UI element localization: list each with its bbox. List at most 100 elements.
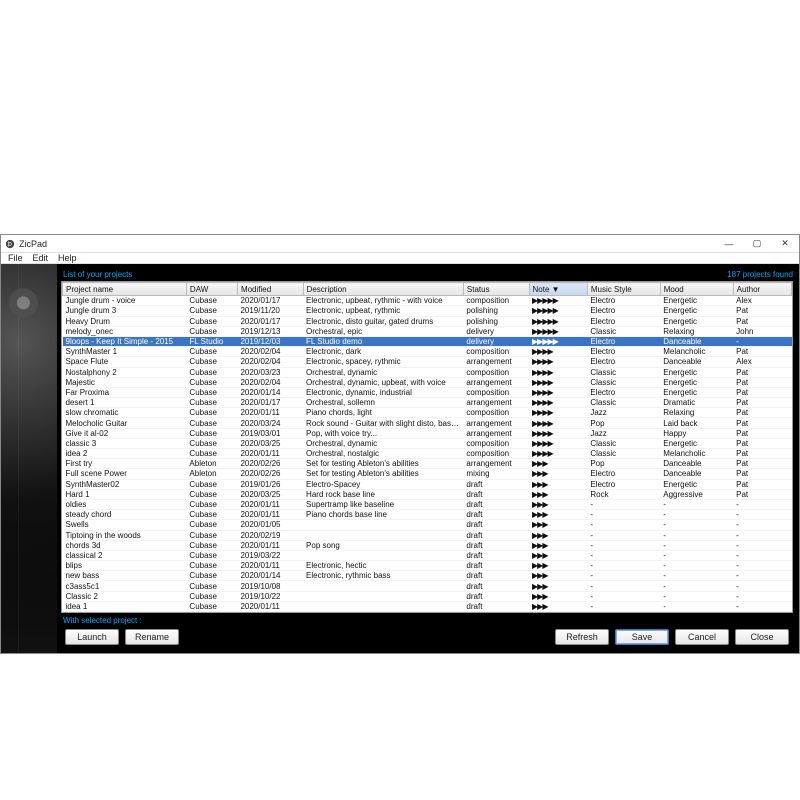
cell-name: Tiptoing in the woods xyxy=(63,530,187,540)
cell-author: - xyxy=(733,591,791,601)
window-minimize-button[interactable]: — xyxy=(715,235,743,253)
cell-modified: 2020/02/04 xyxy=(237,347,303,357)
table-row[interactable]: desert 1Cubase2020/01/17Orchestral, soll… xyxy=(63,398,792,408)
table-row[interactable]: steady chordCubase2020/01/11Piano chords… xyxy=(63,510,792,520)
save-button[interactable]: Save xyxy=(615,629,669,645)
cell-author: Alex xyxy=(733,296,791,306)
table-row[interactable]: Jungle drum - voiceCubase2020/01/17Elect… xyxy=(63,296,792,306)
table-row[interactable]: classical 2Cubase2019/03/22draft▶▶▶--- xyxy=(63,550,792,560)
cell-modified: 2019/03/22 xyxy=(237,550,303,560)
refresh-button[interactable]: Refresh xyxy=(555,629,609,645)
table-row[interactable]: SynthMaster02Cubase2019/01/26Electro-Spa… xyxy=(63,479,792,489)
cell-description: Supertramp like baseline xyxy=(303,499,463,509)
cancel-button[interactable]: Cancel xyxy=(675,629,729,645)
col-project-name[interactable]: Project name xyxy=(63,283,187,296)
table-row[interactable]: Classic 2Cubase2019/10/22draft▶▶▶--- xyxy=(63,591,792,601)
cell-style: Pop xyxy=(587,459,660,469)
cell-description: Electronic, upbeat, rythmic - with voice xyxy=(303,296,463,306)
table-row[interactable]: Jungle drum 3Cubase2019/11/20Electronic,… xyxy=(63,306,792,316)
col-modified[interactable]: Modified xyxy=(237,283,303,296)
col-music-style[interactable]: Music Style xyxy=(587,283,660,296)
cell-mood: Energetic xyxy=(660,479,733,489)
cell-description xyxy=(303,591,463,601)
table-row[interactable]: SynthMaster 1Cubase2020/02/04Electronic,… xyxy=(63,347,792,357)
cell-status: draft xyxy=(463,489,529,499)
table-row[interactable]: Hard 1Cubase2020/03/25Hard rock base lin… xyxy=(63,489,792,499)
cell-status: draft xyxy=(463,479,529,489)
cell-style: Electro xyxy=(587,387,660,397)
cell-name: Hard 1 xyxy=(63,489,187,499)
cell-style: Electro xyxy=(587,347,660,357)
table-row[interactable]: Heavy DrumCubase2020/01/17Electronic, di… xyxy=(63,316,792,326)
table-row[interactable]: MajesticCubase2020/02/04Orchestral, dyna… xyxy=(63,377,792,387)
cell-description: Orchestral, dynamic xyxy=(303,438,463,448)
cell-modified: 2020/02/26 xyxy=(237,459,303,469)
cell-description: Orchestral, sollemn xyxy=(303,398,463,408)
table-row[interactable]: new bassCubase2020/01/14Electronic, ryth… xyxy=(63,571,792,581)
cell-status: draft xyxy=(463,520,529,530)
table-row[interactable]: Tiptoing in the woodsCubase2020/02/19dra… xyxy=(63,530,792,540)
cell-status: composition xyxy=(463,367,529,377)
cell-modified: 2020/01/11 xyxy=(237,540,303,550)
cell-note: ▶▶▶▶ xyxy=(529,408,587,418)
col-description[interactable]: Description xyxy=(303,283,463,296)
cell-status: draft xyxy=(463,550,529,560)
table-row[interactable]: Melocholic GuitarCubase2020/03/24Rock so… xyxy=(63,418,792,428)
cell-name: Melocholic Guitar xyxy=(63,418,187,428)
cell-note: ▶▶▶▶ xyxy=(529,377,587,387)
cell-name: SynthMaster02 xyxy=(63,479,187,489)
table-row[interactable]: classic 3Cubase2020/03/25Orchestral, dyn… xyxy=(63,438,792,448)
cell-modified: 2019/01/26 xyxy=(237,479,303,489)
launch-button[interactable]: Launch xyxy=(65,629,119,645)
cell-style: Classic xyxy=(587,367,660,377)
table-row[interactable]: chords 3dCubase2020/01/11Pop songdraft▶▶… xyxy=(63,540,792,550)
window-close-button[interactable]: ✕ xyxy=(771,235,799,253)
table-row[interactable]: blipsCubase2020/01/11Electronic, hecticd… xyxy=(63,561,792,571)
table-row[interactable]: Nostalphony 2Cubase2020/03/23Orchestral,… xyxy=(63,367,792,377)
cell-author: Pat xyxy=(733,449,791,459)
table-row[interactable]: Give it al-02Cubase2019/03/01Pop, with v… xyxy=(63,428,792,438)
cell-name: c3ass5c1 xyxy=(63,581,187,591)
close-button[interactable]: Close xyxy=(735,629,789,645)
col-status[interactable]: Status xyxy=(463,283,529,296)
table-row[interactable]: oldiesCubase2020/01/11Supertramp like ba… xyxy=(63,499,792,509)
table-row[interactable]: SwellsCubase2020/01/05draft▶▶▶--- xyxy=(63,520,792,530)
table-row[interactable]: Far ProximaCubase2020/01/14Electronic, d… xyxy=(63,387,792,397)
menu-edit[interactable]: Edit xyxy=(28,253,54,263)
menu-help[interactable]: Help xyxy=(53,253,82,263)
rename-button[interactable]: Rename xyxy=(125,629,179,645)
table-row[interactable]: idea 1Cubase2020/01/11draft▶▶▶--- xyxy=(63,601,792,611)
cell-author: - xyxy=(733,571,791,581)
cell-modified: 2020/01/11 xyxy=(237,601,303,611)
window-maximize-button[interactable]: ▢ xyxy=(743,235,771,253)
cell-note: ▶▶▶ xyxy=(529,540,587,550)
cell-mood: - xyxy=(660,601,733,611)
table-row[interactable]: slow chromaticCubase2020/01/11Piano chor… xyxy=(63,408,792,418)
table-row[interactable]: idea 2Cubase2020/01/11Orchestral, nostal… xyxy=(63,449,792,459)
col-daw[interactable]: DAW xyxy=(186,283,237,296)
cell-style: Classic xyxy=(587,449,660,459)
col-note[interactable]: Note ▼ xyxy=(529,283,587,296)
cell-style: Rock xyxy=(587,489,660,499)
table-row[interactable]: 9loops - Keep It Simple - 2015FL Studio2… xyxy=(63,336,792,346)
table-row[interactable]: First tryAbleton2020/02/26Set for testin… xyxy=(63,459,792,469)
cell-description: Electro-Spacey xyxy=(303,479,463,489)
table-row[interactable]: Space FluteCubase2020/02/04Electronic, s… xyxy=(63,357,792,367)
cell-note: ▶▶▶ xyxy=(529,499,587,509)
cell-status: draft xyxy=(463,499,529,509)
cell-daw: FL Studio xyxy=(186,336,237,346)
cell-description: Orchestral, dynamic, upbeat, with voice xyxy=(303,377,463,387)
table-row[interactable]: c3ass5c1Cubase2019/10/08draft▶▶▶--- xyxy=(63,581,792,591)
table-row[interactable]: Full scene PowerAbleton2020/02/26Set for… xyxy=(63,469,792,479)
projects-table[interactable]: Project name DAW Modified Description St… xyxy=(61,281,793,613)
menu-file[interactable]: File xyxy=(3,253,28,263)
cell-style: Classic xyxy=(587,326,660,336)
col-author[interactable]: Author xyxy=(733,283,791,296)
cell-status: arrangement xyxy=(463,428,529,438)
cell-status: draft xyxy=(463,601,529,611)
cell-daw: Cubase xyxy=(186,449,237,459)
titlebar[interactable]: ZicPad — ▢ ✕ xyxy=(1,235,799,253)
col-mood[interactable]: Mood xyxy=(660,283,733,296)
table-row[interactable]: melody_onecCubase2019/12/13Orchestral, e… xyxy=(63,326,792,336)
cell-name: Heavy Drum xyxy=(63,316,187,326)
